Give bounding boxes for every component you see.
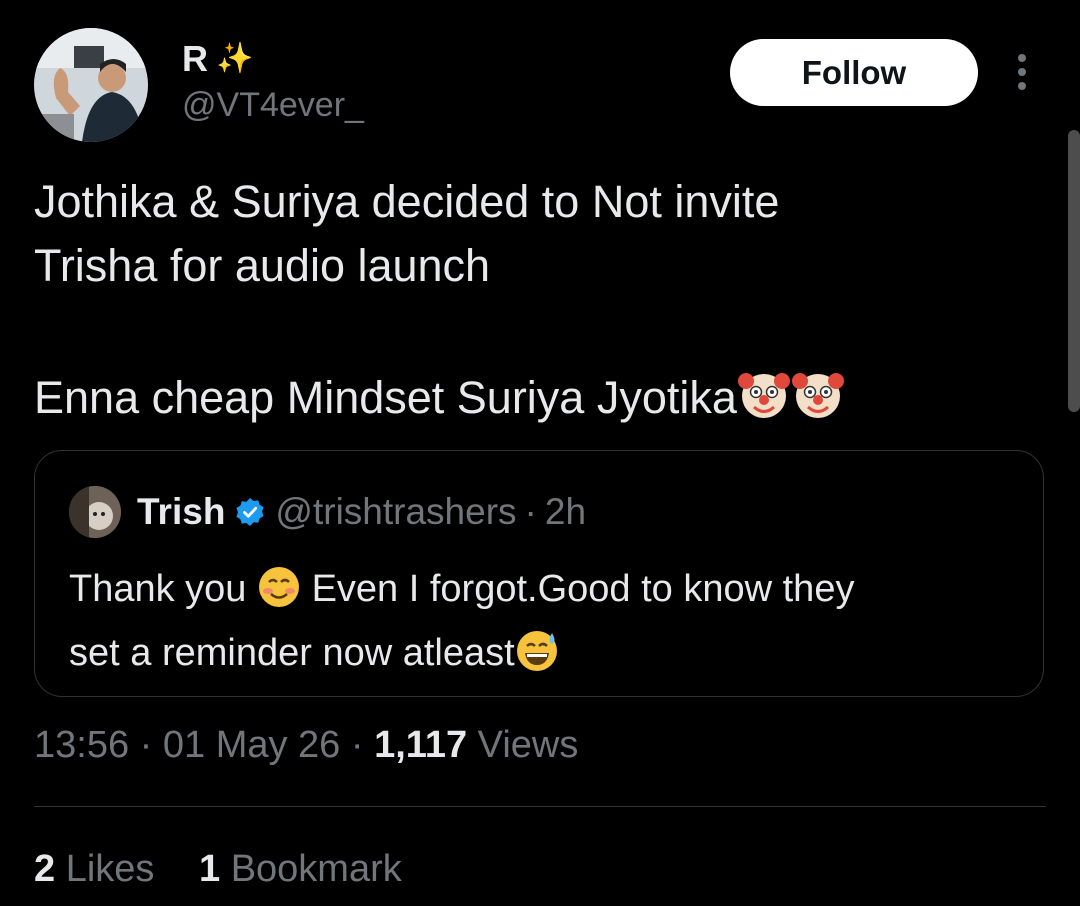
sparkles-emoji: ✨	[216, 42, 254, 75]
likes-stat[interactable]: 2 Likes	[34, 848, 154, 890]
bookmarks-count: 1	[198, 848, 221, 890]
quoted-author-avatar[interactable]	[69, 486, 121, 538]
meta-separator: ·	[139, 724, 153, 766]
quoted-tweet-time[interactable]: 2h	[545, 491, 586, 533]
tweet-line-3: Enna cheap Mindset Suriya Jyotika	[34, 372, 737, 423]
quoted-text-part2: Even I forgot.Good to know they	[301, 568, 855, 610]
likes-label: Likes	[65, 848, 155, 890]
tweet-time[interactable]: 13:56	[34, 724, 129, 766]
clown-face-icon	[791, 367, 845, 438]
quoted-text-line2: set a reminder now atleast	[69, 632, 515, 674]
divider	[34, 806, 1046, 807]
quoted-tweet-header: Trish @trishtrashers · 2h	[69, 486, 586, 538]
author-avatar-image	[34, 28, 148, 142]
quoted-author-handle[interactable]: @trishtrashers	[275, 491, 516, 533]
quoted-avatar-image	[69, 486, 121, 538]
tweet-date[interactable]: 01 May 26	[163, 724, 340, 766]
more-options-icon[interactable]	[1012, 54, 1032, 94]
likes-count: 2	[34, 848, 56, 890]
quoted-tweet-text: Thank you Even I forgot.Good to know the…	[69, 561, 1009, 689]
author-name[interactable]: R	[182, 38, 208, 80]
verified-badge-icon	[235, 497, 265, 527]
quoted-text-part1: Thank you	[69, 568, 247, 610]
views-label: Views	[477, 724, 579, 766]
views-count: 1,117	[374, 724, 468, 766]
tweet-meta: 13:56 · 01 May 26 · 1,117 Views	[34, 724, 578, 767]
quoted-tweet[interactable]: Trish @trishtrashers · 2h Thank you Even…	[34, 450, 1044, 697]
bookmarks-stat[interactable]: 1 Bookmark	[199, 848, 402, 890]
tweet-line-2: Trisha for audio launch	[34, 240, 491, 291]
tweet-text: Jothika & Suriya decided to Not invite T…	[34, 170, 1024, 438]
meta-separator: ·	[524, 491, 537, 532]
tweet-line-3-wrap: Enna cheap Mindset Suriya Jyotika	[34, 366, 1024, 438]
smiling-face-icon	[257, 565, 301, 625]
clown-face-icon	[737, 367, 791, 438]
author-avatar[interactable]	[34, 28, 148, 142]
quoted-author-name[interactable]: Trish	[137, 491, 225, 533]
engagement-stats: 2 Likes 1 Bookmark	[34, 848, 436, 891]
author-handle[interactable]: @VT4ever_	[182, 86, 364, 125]
tweet-line-1: Jothika & Suriya decided to Not invite	[34, 176, 780, 227]
grinning-sweat-icon	[515, 629, 559, 689]
follow-button[interactable]: Follow	[730, 39, 978, 106]
scrollbar[interactable]	[1068, 130, 1080, 412]
bookmarks-label: Bookmark	[230, 848, 402, 890]
meta-separator: ·	[350, 724, 364, 766]
